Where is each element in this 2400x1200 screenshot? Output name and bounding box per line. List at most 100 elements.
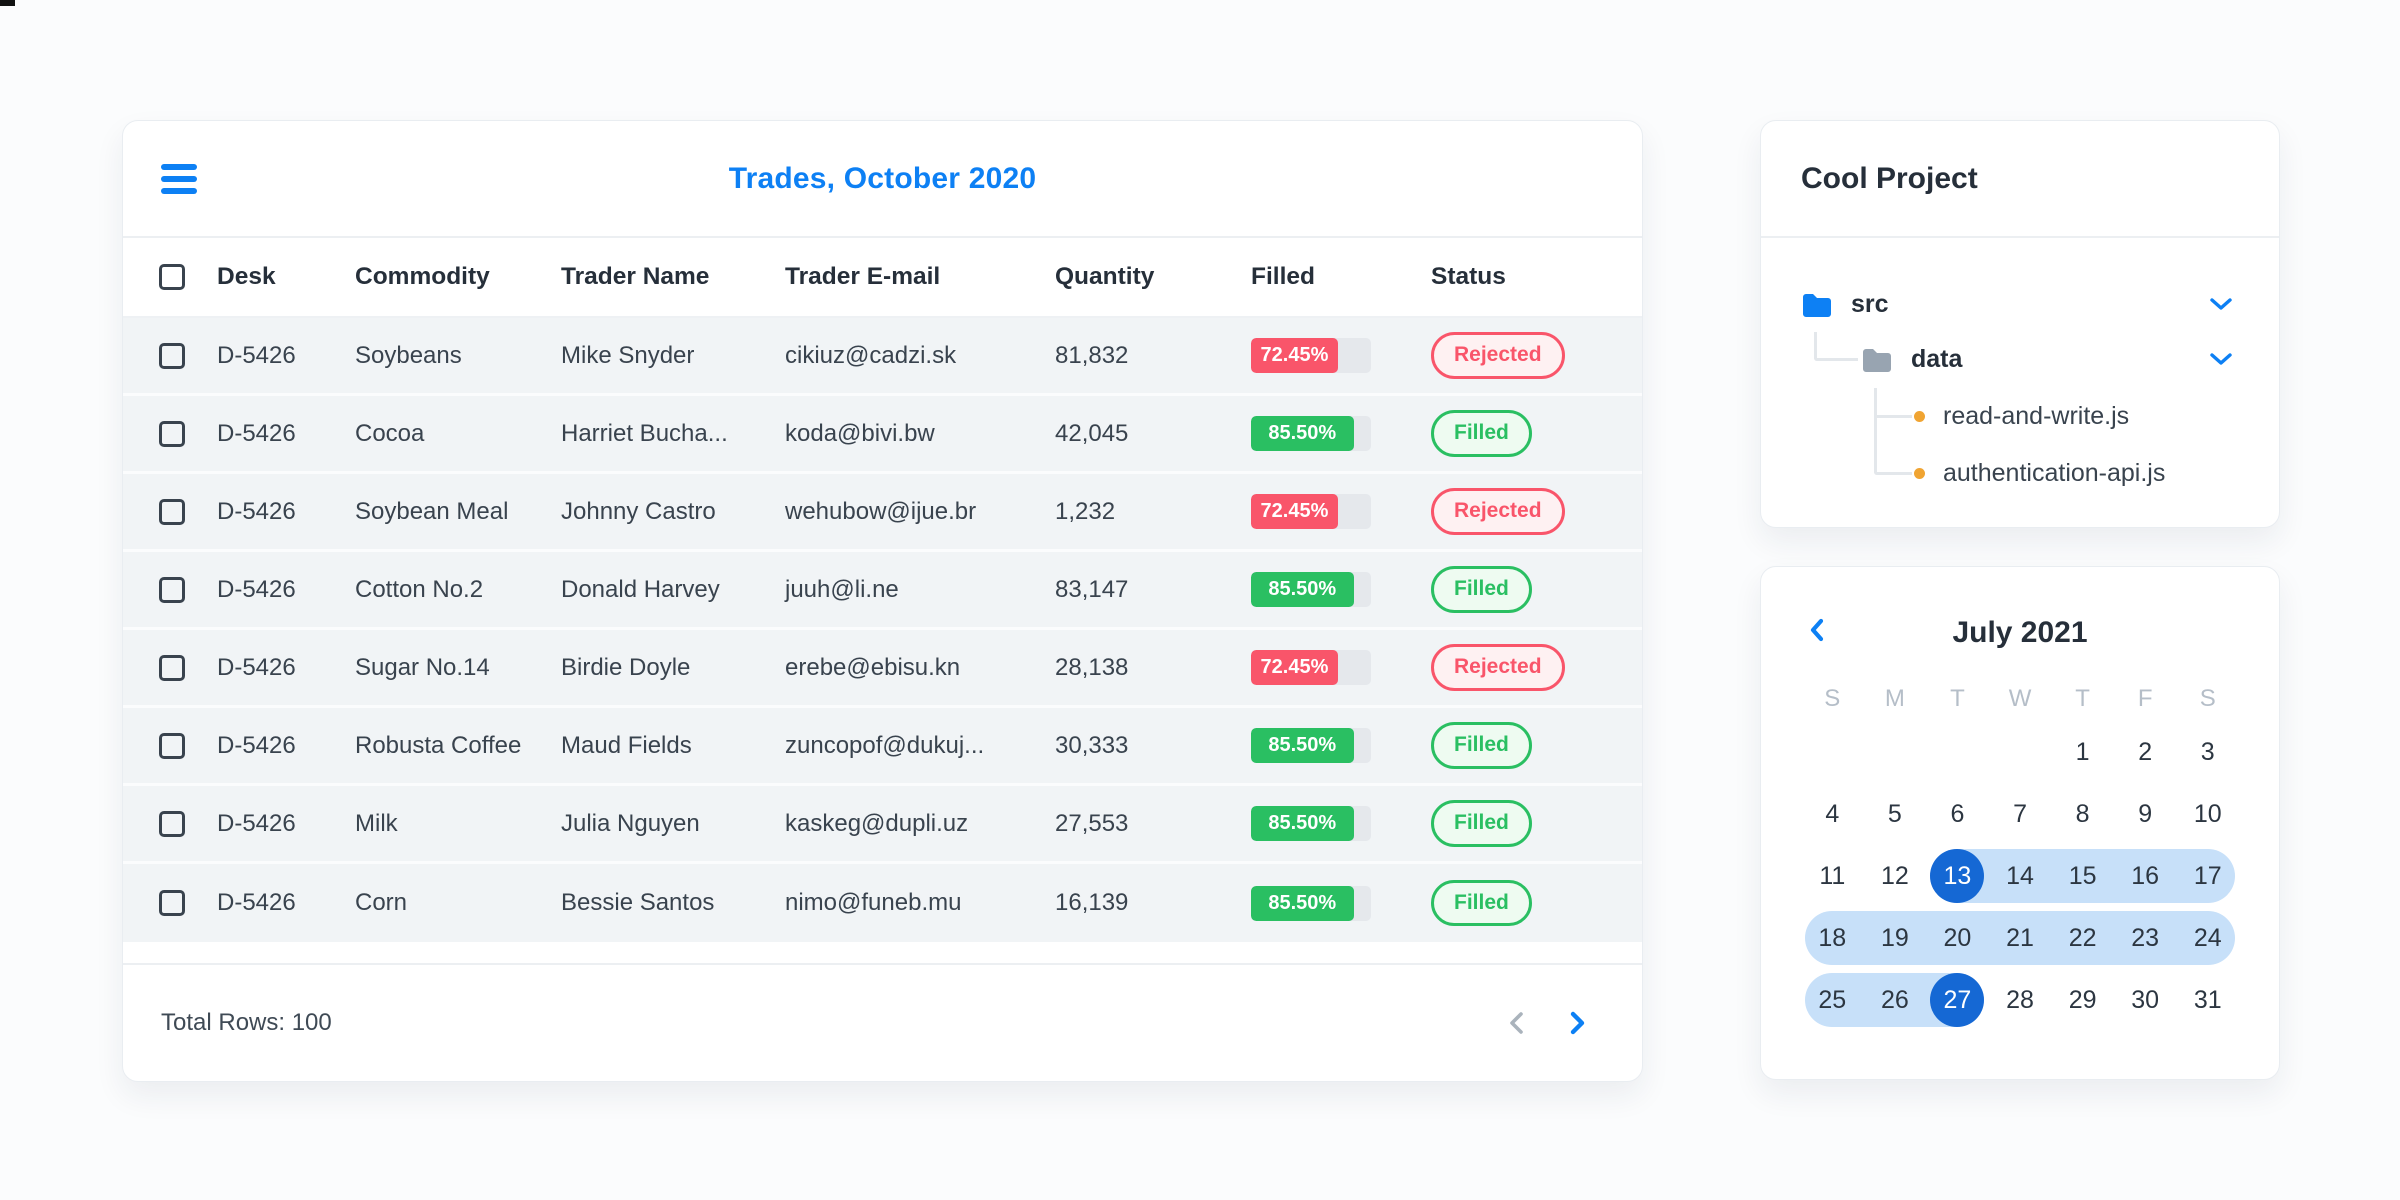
table-header-row: Desk Commodity Trader Name Trader E-mail… <box>123 238 1642 318</box>
cell-commodity: Soybean Meal <box>355 497 509 525</box>
calendar-day[interactable]: 6 <box>1926 783 1989 845</box>
filled-progress-fill: 85.50% <box>1251 806 1354 841</box>
calendar-day[interactable]: 5 <box>1864 783 1927 845</box>
calendar-day[interactable]: 8 <box>2051 783 2114 845</box>
prev-page-button[interactable] <box>1504 1008 1530 1038</box>
tree-item-read-and-write[interactable]: read-and-write.js <box>1914 390 2233 442</box>
calendar-day[interactable]: 17 <box>2176 845 2239 907</box>
row-checkbox[interactable] <box>159 576 185 603</box>
select-all-checkbox[interactable] <box>159 264 185 290</box>
calendar-day[interactable]: 1 <box>2051 721 2114 783</box>
column-header-email: Trader E-mail <box>785 263 941 290</box>
chevron-left-icon <box>1810 618 1824 642</box>
selected-day-circle[interactable]: 27 <box>1930 973 1985 1027</box>
status-badge: Filled <box>1431 566 1532 613</box>
tree-item-label: authentication-api.js <box>1943 458 2166 487</box>
calendar-header: July 2021 <box>1801 613 2239 653</box>
calendar-day[interactable]: 11 <box>1801 845 1864 907</box>
calendar-day[interactable]: 7 <box>1989 783 2052 845</box>
calendar-day[interactable]: 2 <box>2114 721 2177 783</box>
calendar-day[interactable]: 15 <box>2051 845 2114 907</box>
tree-item-label: read-and-write.js <box>1943 401 2130 430</box>
calendar-day[interactable]: 14 <box>1989 845 2052 907</box>
corner-artifact <box>0 0 15 6</box>
filled-progress-track: 85.50% <box>1251 728 1371 763</box>
filled-progress-track: 85.50% <box>1251 572 1371 607</box>
trades-card: Trades, October 2020 Desk Commodity Trad… <box>122 120 1643 1082</box>
calendar-day[interactable]: 9 <box>2114 783 2177 845</box>
calendar-day[interactable]: 23 <box>2114 907 2177 969</box>
calendar-day[interactable]: 13 <box>1926 845 1989 907</box>
cell-quantity: 42,045 <box>1055 419 1129 447</box>
calendar-day[interactable]: 26 <box>1864 969 1927 1031</box>
cell-trader-email: nimo@funeb.mu <box>785 889 962 916</box>
cell-quantity: 83,147 <box>1055 575 1129 603</box>
chevron-right-icon <box>1570 1011 1585 1035</box>
tree-item-src[interactable]: src <box>1801 278 2233 330</box>
row-checkbox[interactable] <box>159 420 185 447</box>
calendar-day[interactable]: 27 <box>1926 969 1989 1031</box>
cell-commodity: Cocoa <box>355 419 425 447</box>
calendar-day[interactable]: 31 <box>2176 969 2239 1031</box>
cell-desk: D-5426 <box>217 889 296 916</box>
cell-commodity: Sugar No.14 <box>355 653 490 681</box>
row-checkbox[interactable] <box>159 732 185 759</box>
filled-progress-track: 85.50% <box>1251 806 1371 841</box>
cell-trader-name: Birdie Doyle <box>561 653 691 681</box>
chevron-down-icon[interactable] <box>2209 297 2233 311</box>
row-checkbox[interactable] <box>159 654 185 681</box>
calendar-prev-button[interactable] <box>1809 617 1825 643</box>
calendar-day[interactable]: 21 <box>1989 907 2052 969</box>
filled-progress-track: 72.45% <box>1251 650 1371 685</box>
calendar-day[interactable]: 18 <box>1801 907 1864 969</box>
project-title: Cool Project <box>1801 161 1978 195</box>
row-checkbox[interactable] <box>159 498 185 525</box>
tree-item-data[interactable]: data <box>1861 333 2233 385</box>
calendar-day[interactable]: 19 <box>1864 907 1927 969</box>
column-header-status: Status <box>1431 263 1506 290</box>
calendar-day[interactable]: 22 <box>2051 907 2114 969</box>
cell-desk: D-5426 <box>217 497 296 525</box>
column-header-commodity: Commodity <box>355 263 490 290</box>
calendar-day[interactable]: 24 <box>2176 907 2239 969</box>
calendar-day[interactable]: 16 <box>2114 845 2177 907</box>
cell-quantity: 28,138 <box>1055 653 1129 681</box>
calendar-day[interactable]: 10 <box>2176 783 2239 845</box>
cell-desk: D-5426 <box>217 341 296 369</box>
calendar-grid: 1 2 3 4 5 6 7 8 9 10 11 12 13 14 15 16 17 18 19 20 21 22 23 24 2… <box>1801 721 2239 1031</box>
row-checkbox[interactable] <box>159 810 185 837</box>
filled-progress-fill: 72.45% <box>1251 650 1338 685</box>
calendar-day[interactable]: 30 <box>2114 969 2177 1031</box>
calendar-day[interactable]: 25 <box>1801 969 1864 1031</box>
cell-trader-email: erebe@ebisu.kn <box>785 653 961 681</box>
table-row: D-5426 Cocoa Harriet Bucha... koda@bivi.… <box>123 396 1642 474</box>
calendar-day[interactable]: 28 <box>1989 969 2052 1031</box>
chevron-down-icon[interactable] <box>2209 352 2233 366</box>
filled-progress-track: 85.50% <box>1251 885 1371 921</box>
tree-item-label: src <box>1851 289 1889 318</box>
calendar-day[interactable]: 29 <box>2051 969 2114 1031</box>
file-tree: src data read-and-write.js authenticatio… <box>1761 238 2279 527</box>
filled-progress-fill: 72.45% <box>1251 494 1338 529</box>
day-header: T <box>2075 685 2090 712</box>
cell-commodity: Corn <box>355 889 408 916</box>
column-header-filled: Filled <box>1251 263 1315 290</box>
selected-day-circle[interactable]: 13 <box>1930 849 1985 903</box>
calendar-day[interactable]: 20 <box>1926 907 1989 969</box>
row-checkbox[interactable] <box>159 890 185 916</box>
calendar-title: July 2021 <box>1952 616 2088 649</box>
next-page-button[interactable] <box>1564 1008 1590 1038</box>
trades-footer: Total Rows: 100 <box>123 963 1642 1081</box>
calendar-day[interactable]: 4 <box>1801 783 1864 845</box>
row-checkbox[interactable] <box>159 342 185 369</box>
calendar-week-row: 11 12 13 14 15 16 17 <box>1801 845 2239 907</box>
tree-item-authentication-api[interactable]: authentication-api.js <box>1914 447 2233 499</box>
chevron-left-icon <box>1510 1012 1523 1034</box>
trades-header: Trades, October 2020 <box>123 121 1642 238</box>
tree-item-label: data <box>1911 344 1963 373</box>
calendar-week-row: 4 5 6 7 8 9 10 <box>1801 783 2239 845</box>
cell-trader-name: Bessie Santos <box>561 889 715 916</box>
calendar-day[interactable]: 12 <box>1864 845 1927 907</box>
folder-icon <box>1801 291 1831 317</box>
calendar-day[interactable]: 3 <box>2176 721 2239 783</box>
